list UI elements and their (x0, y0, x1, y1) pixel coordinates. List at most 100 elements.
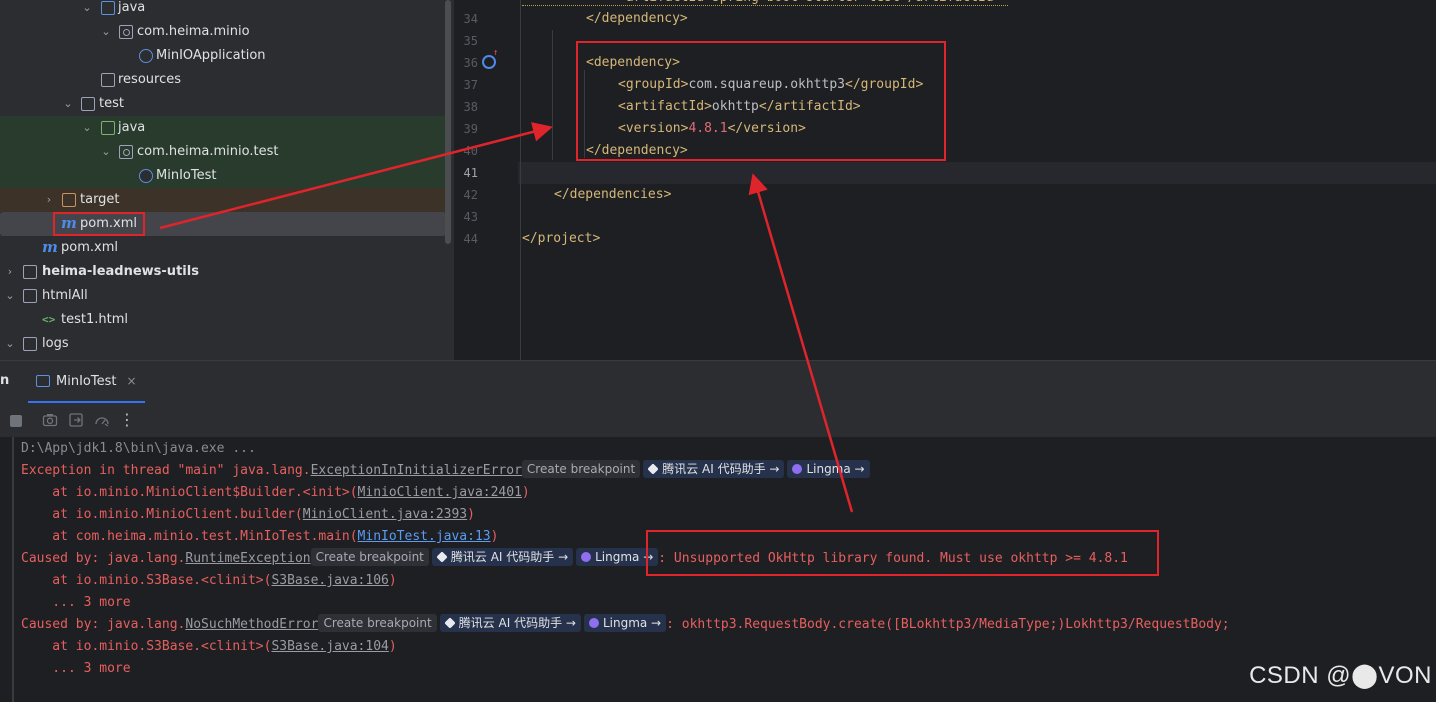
source-link[interactable]: S3Base.java:104 (271, 639, 388, 654)
class-icon (139, 49, 153, 63)
tree-item-label: MinIoTest (156, 168, 217, 183)
tree-scrollbar[interactable] (445, 0, 451, 244)
close-icon[interactable]: × (126, 374, 136, 388)
folder-icon (81, 97, 95, 111)
chevron-right-icon[interactable]: › (42, 188, 56, 212)
camera-icon[interactable] (42, 412, 58, 428)
console-text: ) (521, 485, 530, 500)
tree-item-label: logs (42, 336, 69, 351)
more-options-icon[interactable]: ⋮ (119, 412, 135, 428)
tree-item-test-package[interactable]: ⌄ com.heima.minio.test (0, 140, 446, 164)
folder-icon (62, 193, 76, 207)
exception-link[interactable]: NoSuchMethodError (185, 617, 318, 632)
source-link[interactable]: MinIoTest.java:13 (358, 529, 491, 544)
exception-link[interactable]: ExceptionInInitializerError (311, 463, 522, 478)
tab-miniotest[interactable]: MinIoTest × (28, 361, 145, 403)
project-tree: ⌄ java ⌄ com.heima.minio MinIOApplicatio… (0, 0, 454, 360)
run-panel-title: n (0, 373, 10, 388)
chip-label: 腾讯云 AI 代码助手 → (450, 550, 569, 564)
tree-item-minioapplication[interactable]: MinIOApplication (0, 44, 446, 68)
create-breakpoint-button[interactable]: Create breakpoint (521, 460, 641, 478)
console-line: at io.minio.MinioClient.builder(MinioCli… (21, 504, 475, 526)
run-toolbar: ⋮ (0, 403, 1436, 437)
source-link[interactable]: MinioClient.java:2401 (358, 485, 522, 500)
tencent-ai-icon (444, 617, 456, 629)
tree-item-heima-leadnews-utils[interactable]: › heima-leadnews-utils (0, 260, 446, 284)
line-number: 34 (463, 12, 478, 26)
class-icon (139, 169, 153, 183)
tree-item-target[interactable]: › target (0, 188, 446, 212)
current-line-highlight (518, 162, 1436, 184)
exit-icon[interactable] (68, 412, 84, 428)
console-text: at io.minio.S3Base.<clinit>( (21, 573, 272, 588)
tree-item-logs[interactable]: ⌄ logs (0, 332, 446, 356)
tree-item-label: MinIOApplication (156, 48, 266, 63)
maven-dependency-gutter-icon[interactable] (482, 48, 498, 69)
folder-icon (23, 265, 37, 279)
annotation-box-pom (53, 212, 145, 236)
chip-label: Lingma → (595, 550, 654, 564)
line-number: 36 (463, 56, 478, 70)
tree-item-package[interactable]: ⌄ com.heima.minio (0, 20, 446, 44)
create-breakpoint-button[interactable]: Create breakpoint (318, 614, 437, 632)
tree-item-label: com.heima.minio.test (137, 144, 279, 159)
console-line[interactable]: ... 3 more (21, 658, 130, 680)
tree-item-java[interactable]: ⌄ java (0, 0, 446, 20)
tree-item-pom-xml[interactable]: m pom.xml (0, 236, 446, 260)
lingma-icon (792, 464, 803, 474)
profiler-icon[interactable] (94, 412, 110, 428)
lingma-icon (581, 552, 592, 562)
tree-item-label: com.heima.minio (137, 24, 250, 39)
line-number: 41 (463, 166, 478, 180)
chevron-down-icon[interactable]: ⌄ (99, 140, 113, 164)
console-line[interactable]: ... 3 more (21, 592, 130, 614)
error-message: : okhttp3.RequestBody.create([BLokhttp3/… (666, 617, 1230, 632)
chevron-down-icon[interactable]: ⌄ (61, 92, 75, 116)
tree-item-test[interactable]: ⌄ test (0, 92, 446, 116)
tree-item-test1-html[interactable]: <> test1.html (0, 308, 446, 332)
tencent-ai-icon (647, 463, 659, 475)
chevron-down-icon[interactable]: ⌄ (80, 0, 94, 20)
console-text: ) (490, 529, 499, 544)
tree-item-label: heima-leadnews-utils (42, 264, 199, 279)
chip-label: 腾讯云 AI 代码助手 → (662, 462, 780, 476)
tencent-ai-button[interactable]: 腾讯云 AI 代码助手 → (439, 614, 581, 632)
console-text: ) (467, 507, 475, 522)
source-link[interactable]: S3Base.java:106 (271, 573, 388, 588)
tree-item-test-java[interactable]: ⌄ java (0, 116, 446, 140)
folder-icon (23, 337, 37, 351)
tree-item-htmlall[interactable]: ⌄ htmlAll (0, 284, 446, 308)
create-breakpoint-button[interactable]: Create breakpoint (310, 548, 429, 566)
tree-item-label: resources (118, 72, 182, 87)
chevron-down-icon[interactable]: ⌄ (80, 116, 94, 140)
tree-item-label: test (99, 96, 124, 111)
tree-item-label: java (118, 120, 146, 135)
chip-label: Lingma → (806, 462, 865, 476)
line-number: 40 (463, 144, 478, 158)
lingma-button[interactable]: Lingma → (583, 614, 667, 632)
tab-label: MinIoTest (56, 373, 117, 389)
tree-item-resources[interactable]: resources (0, 68, 446, 92)
stop-icon[interactable] (10, 415, 22, 427)
lingma-button[interactable]: Lingma → (787, 460, 870, 478)
exception-link[interactable]: RuntimeException (185, 551, 310, 566)
chevron-down-icon[interactable]: ⌄ (99, 20, 113, 44)
code-line-44: </project> (522, 231, 601, 246)
maven-icon: m (42, 238, 58, 256)
tree-item-label: pom.xml (61, 240, 118, 255)
console-text: at com.heima.minio.test.MinIoTest.main( (21, 529, 358, 544)
tree-item-miniotest[interactable]: MinIoTest (0, 164, 446, 188)
chevron-right-icon[interactable]: › (3, 260, 17, 284)
chevron-down-icon[interactable]: ⌄ (3, 284, 17, 308)
run-tab-bar: n MinIoTest × (0, 361, 1436, 403)
tencent-ai-button[interactable]: 腾讯云 AI 代码助手 → (431, 548, 574, 566)
tencent-ai-button[interactable]: 腾讯云 AI 代码助手 → (643, 460, 785, 478)
folder-icon (23, 289, 37, 303)
console-gutter (12, 437, 14, 702)
run-config-icon (36, 375, 50, 387)
chevron-down-icon[interactable]: ⌄ (3, 332, 17, 356)
console-text: ) (388, 639, 397, 654)
line-number: 42 (463, 188, 478, 202)
source-link[interactable]: MinioClient.java:2393 (303, 507, 467, 522)
line-number: 38 (463, 100, 478, 114)
